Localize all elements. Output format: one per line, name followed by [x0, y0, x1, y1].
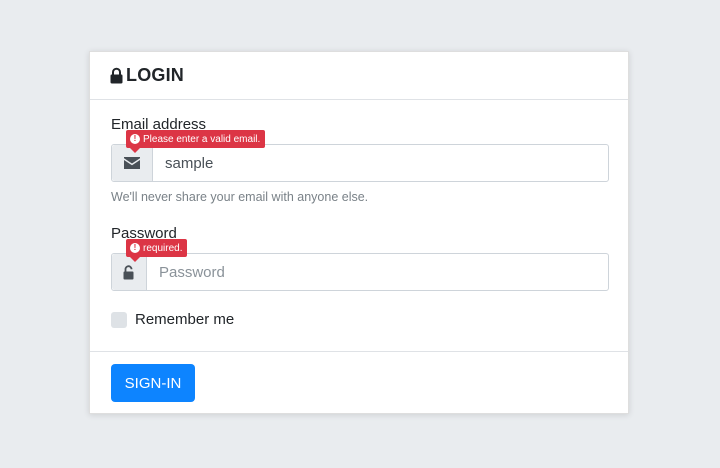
email-error-text: Please enter a valid email. — [143, 133, 261, 145]
lock-icon — [110, 67, 123, 84]
password-error-text: required. — [143, 242, 183, 254]
password-error-tooltip: ! required. — [126, 239, 188, 262]
unlock-icon — [123, 264, 134, 279]
page-title: LOGIN — [126, 65, 184, 85]
remember-me-label[interactable]: Remember me — [135, 311, 234, 328]
card-header: LOGIN — [90, 52, 628, 100]
card-footer: SIGN-IN — [90, 351, 628, 413]
envelope-icon — [124, 157, 140, 169]
remember-me-row[interactable]: Remember me — [111, 311, 234, 328]
email-input[interactable] — [153, 145, 608, 181]
sign-in-button[interactable]: SIGN-IN — [111, 364, 195, 402]
email-input-group — [111, 144, 609, 182]
email-help-text: We'll never share your email with anyone… — [111, 190, 369, 204]
password-input[interactable] — [147, 254, 608, 290]
password-input-group — [111, 253, 609, 291]
error-icon: ! — [130, 243, 140, 253]
email-error-tooltip: ! Please enter a valid email. — [126, 130, 266, 153]
error-icon: ! — [130, 134, 140, 144]
login-card: LOGIN Email address ! Please enter a val… — [89, 51, 629, 414]
remember-me-checkbox[interactable] — [111, 311, 127, 328]
